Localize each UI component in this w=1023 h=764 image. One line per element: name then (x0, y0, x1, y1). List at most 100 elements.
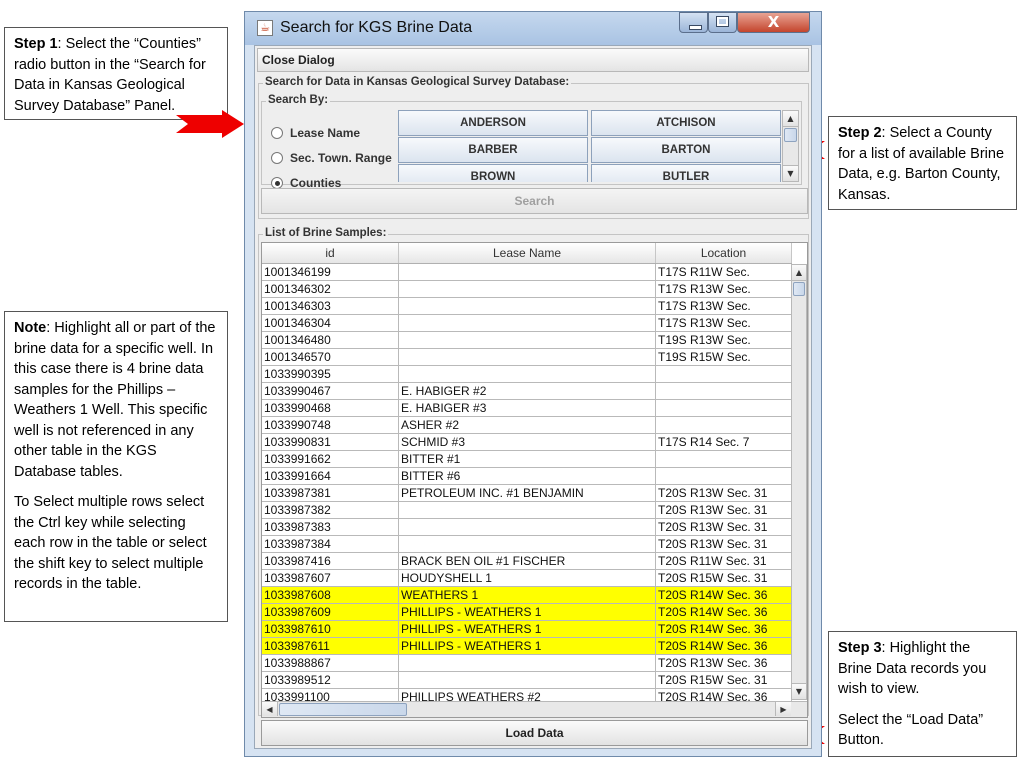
cell-lease[interactable] (399, 281, 656, 298)
table-row[interactable]: 1001346302 T17S R13W Sec. (262, 281, 792, 298)
table-scroll-up-icon[interactable]: ▲ (792, 265, 806, 281)
load-data-button[interactable]: Load Data (261, 720, 808, 746)
table-row[interactable]: 1033987610 PHILLIPS - WEATHERS 1 T20S R14W… (262, 621, 792, 638)
cell-id[interactable]: 1001346302 (262, 281, 399, 298)
table-row[interactable]: 1033987384 T20S R13W Sec. 31 (262, 536, 792, 553)
title-bar[interactable]: ☕ Search for KGS Brine Data X (245, 12, 821, 45)
county-button-anderson[interactable]: ANDERSON (398, 110, 588, 136)
radio-sec-town-range-circle[interactable] (271, 152, 283, 164)
cell-lease[interactable] (399, 519, 656, 536)
cell-location[interactable]: T17S R11W Sec. (656, 264, 792, 281)
minimize-button[interactable] (679, 12, 708, 33)
cell-lease[interactable] (399, 366, 656, 383)
cell-lease[interactable]: PHILLIPS - WEATHERS 1 (399, 621, 656, 638)
table-hscroll-thumb[interactable] (279, 703, 407, 716)
table-row[interactable]: 1033987383 T20S R13W Sec. 31 (262, 519, 792, 536)
table-scroll-down-icon[interactable]: ▼ (792, 683, 806, 699)
cell-lease[interactable]: E. HABIGER #2 (399, 383, 656, 400)
cell-lease[interactable]: E. HABIGER #3 (399, 400, 656, 417)
cell-id[interactable]: 1033987611 (262, 638, 399, 655)
cell-location[interactable]: T20S R14W Sec. 36 (656, 587, 792, 604)
cell-id[interactable]: 1001346303 (262, 298, 399, 315)
cell-id[interactable]: 1033991662 (262, 451, 399, 468)
cell-location[interactable]: T17S R13W Sec. (656, 298, 792, 315)
table-row[interactable]: 1033990467 E. HABIGER #2 (262, 383, 792, 400)
close-window-button[interactable]: X (737, 12, 810, 33)
cell-lease[interactable]: ASHER #2 (399, 417, 656, 434)
cell-location[interactable]: T20S R13W Sec. 31 (656, 502, 792, 519)
cell-id[interactable]: 1033987382 (262, 502, 399, 519)
cell-id[interactable]: 1033990468 (262, 400, 399, 417)
cell-lease[interactable] (399, 315, 656, 332)
cell-location[interactable]: T19S R13W Sec. (656, 332, 792, 349)
table-row[interactable]: 1001346199 T17S R11W Sec. (262, 264, 792, 281)
table-row[interactable]: 1033987608 WEATHERS 1 T20S R14W Sec. 36 (262, 587, 792, 604)
cell-location[interactable] (656, 400, 792, 417)
table-scroll-thumb[interactable] (793, 282, 805, 296)
table-row[interactable]: 1001346304 T17S R13W Sec. (262, 315, 792, 332)
table-row[interactable]: 1033988867 T20S R13W Sec. 36 (262, 655, 792, 672)
cell-location[interactable]: T20S R14W Sec. 36 (656, 638, 792, 655)
cell-lease[interactable]: SCHMID #3 (399, 434, 656, 451)
cell-id[interactable]: 1033990467 (262, 383, 399, 400)
cell-id[interactable]: 1033987608 (262, 587, 399, 604)
county-button-butler[interactable]: BUTLER (591, 164, 781, 182)
table-row[interactable]: 1033987609 PHILLIPS - WEATHERS 1 T20S R14W… (262, 604, 792, 621)
cell-lease[interactable] (399, 349, 656, 366)
close-dialog-button[interactable]: Close Dialog (257, 48, 809, 72)
column-header-lease-name[interactable]: Lease Name (399, 243, 656, 263)
cell-id[interactable]: 1033991664 (262, 468, 399, 485)
cell-location[interactable] (656, 417, 792, 434)
table-vertical-scrollbar[interactable]: ▲ ▼ (791, 264, 807, 700)
cell-lease[interactable]: PETROLEUM INC. #1 BENJAMIN (399, 485, 656, 502)
table-row[interactable]: 1033987611 PHILLIPS - WEATHERS 1 T20S R14W… (262, 638, 792, 655)
cell-lease[interactable]: WEATHERS 1 (399, 587, 656, 604)
cell-location[interactable]: T20S R13W Sec. 31 (656, 485, 792, 502)
cell-id[interactable]: 1033987607 (262, 570, 399, 587)
cell-location[interactable]: T20S R13W Sec. 31 (656, 536, 792, 553)
table-row[interactable]: 1001346570 T19S R15W Sec. (262, 349, 792, 366)
cell-id[interactable]: 1001346304 (262, 315, 399, 332)
cell-id[interactable]: 1033987383 (262, 519, 399, 536)
cell-lease[interactable]: BITTER #1 (399, 451, 656, 468)
radio-lease-name-circle[interactable] (271, 127, 283, 139)
table-scroll-right-icon[interactable]: ▶ (775, 702, 791, 716)
cell-location[interactable]: T20S R13W Sec. 31 (656, 519, 792, 536)
cell-lease[interactable] (399, 502, 656, 519)
table-row[interactable]: 1033989512 T20S R15W Sec. 31 (262, 672, 792, 689)
cell-location[interactable]: T19S R15W Sec. (656, 349, 792, 366)
cell-lease[interactable]: HOUDYSHELL 1 (399, 570, 656, 587)
table-row[interactable]: 1001346303 T17S R13W Sec. (262, 298, 792, 315)
cell-lease[interactable] (399, 536, 656, 553)
cell-id[interactable]: 1001346480 (262, 332, 399, 349)
cell-location[interactable]: T20S R13W Sec. 36 (656, 655, 792, 672)
table-row[interactable]: 1033991664 BITTER #6 (262, 468, 792, 485)
cell-id[interactable]: 1033990831 (262, 434, 399, 451)
cell-id[interactable]: 1033990395 (262, 366, 399, 383)
cell-lease[interactable] (399, 672, 656, 689)
cell-location[interactable]: T17S R13W Sec. (656, 281, 792, 298)
county-button-atchison[interactable]: ATCHISON (591, 110, 781, 136)
cell-id[interactable]: 1001346199 (262, 264, 399, 281)
cell-lease[interactable]: PHILLIPS - WEATHERS 1 (399, 604, 656, 621)
county-scrollbar[interactable]: ▲ ▼ (782, 110, 799, 182)
cell-id[interactable]: 1001346570 (262, 349, 399, 366)
cell-lease[interactable] (399, 298, 656, 315)
cell-id[interactable]: 1033987610 (262, 621, 399, 638)
cell-lease[interactable]: BITTER #6 (399, 468, 656, 485)
scroll-up-icon[interactable]: ▲ (783, 111, 798, 127)
table-row[interactable]: 1033990748 ASHER #2 (262, 417, 792, 434)
table-row[interactable]: 1033991662 BITTER #1 (262, 451, 792, 468)
cell-location[interactable]: T17S R13W Sec. (656, 315, 792, 332)
cell-lease[interactable] (399, 655, 656, 672)
cell-id[interactable]: 1033987381 (262, 485, 399, 502)
cell-location[interactable] (656, 383, 792, 400)
table-row[interactable]: 1033987607 HOUDYSHELL 1 T20S R15W Sec. 31 (262, 570, 792, 587)
county-scroll-thumb[interactable] (784, 128, 797, 142)
column-header-location[interactable]: Location (656, 243, 792, 263)
table-row[interactable]: 1033987382 T20S R13W Sec. 31 (262, 502, 792, 519)
county-button-barber[interactable]: BARBER (398, 137, 588, 163)
cell-lease[interactable]: PHILLIPS - WEATHERS 1 (399, 638, 656, 655)
table-row[interactable]: 1033987416 BRACK BEN OIL #1 FISCHER T20S R… (262, 553, 792, 570)
cell-id[interactable]: 1033990748 (262, 417, 399, 434)
